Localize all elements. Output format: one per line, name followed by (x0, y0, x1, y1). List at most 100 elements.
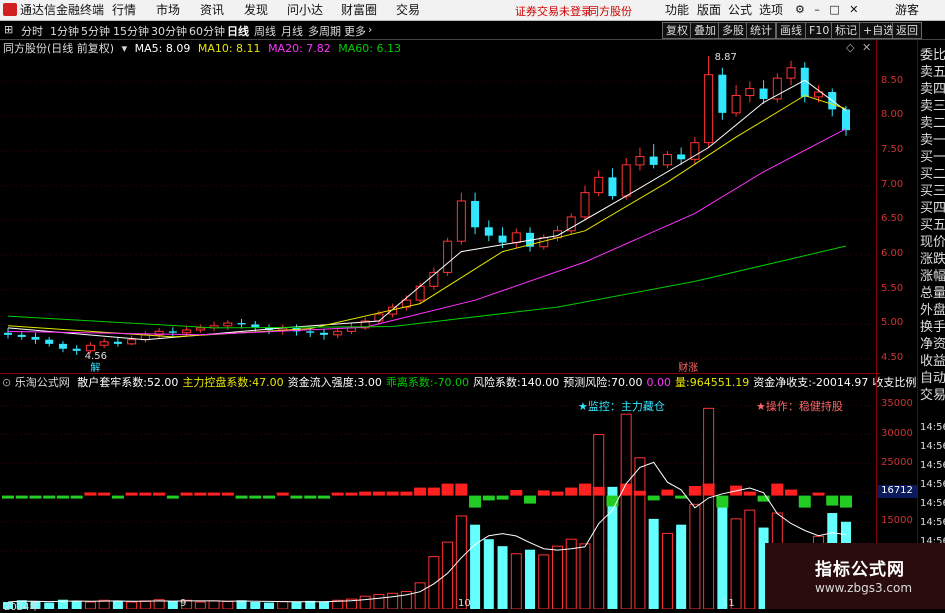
quote-field-label[interactable]: 卖五 (920, 65, 945, 81)
volume-bar (222, 600, 234, 609)
period-month[interactable]: 月线 (281, 23, 303, 39)
fund-flow-bar (469, 495, 482, 508)
quote-field-label[interactable]: 卖四 (920, 82, 945, 98)
quote-field-label[interactable]: 卖三 (920, 99, 945, 115)
volume-bar (676, 524, 687, 609)
candle (360, 317, 370, 330)
fund-flow-bar (606, 495, 619, 507)
toolbar-back-icon[interactable]: ⊞ (4, 23, 13, 36)
volume-bar (593, 434, 605, 609)
menu-jiaoyi[interactable]: 交易 (396, 3, 420, 17)
menu-caifuquan[interactable]: 财富圈 (341, 3, 377, 17)
volume-bar (139, 600, 151, 609)
settings-icon[interactable]: ⚙ (795, 3, 805, 16)
period-multi[interactable]: 多周期 (308, 23, 341, 39)
guest-label[interactable]: 游客 (895, 3, 919, 17)
indicator-chart[interactable] (0, 388, 876, 609)
volume-bar (167, 601, 178, 609)
period-60min[interactable]: 60分钟 (189, 23, 225, 39)
quote-field-label[interactable]: 涨跌 (920, 252, 945, 268)
menu-zixun[interactable]: 资讯 (200, 3, 224, 17)
quote-field-label[interactable]: 净资 (920, 337, 945, 353)
more-chevron-icon[interactable]: › (368, 23, 372, 36)
quote-field-label[interactable]: 买一 (920, 150, 945, 166)
menu-hangqing[interactable]: 行情 (112, 3, 136, 17)
menu-banmian[interactable]: 版面 (697, 3, 721, 17)
period-day[interactable]: 日线 (227, 23, 249, 39)
watermark-url: www.zbgs3.com (815, 581, 913, 595)
period-more[interactable]: 更多 (344, 23, 366, 39)
btn-huaxian[interactable]: 画线 (776, 22, 806, 39)
fund-flow-bar (510, 489, 523, 496)
btn-f10[interactable]: F10 (805, 22, 834, 39)
btn-duogu[interactable]: 多股 (718, 22, 748, 39)
minimize-icon[interactable]: – (814, 3, 820, 16)
price-axis-tick: 8.50 (881, 74, 904, 86)
menu-faxian[interactable]: 发现 (244, 3, 268, 17)
login-warning[interactable]: 证券交易未登录 (515, 3, 592, 19)
quote-field-label[interactable]: 自动 (920, 371, 945, 387)
menu-bar: 通达信金融终端 行情 市场 资讯 发现 问小达 财富圈 交易 证券交易未登录 同… (0, 0, 945, 21)
quote-field-label[interactable]: 买三 (920, 184, 945, 200)
quote-field-label[interactable]: 买五 (920, 218, 945, 234)
btn-tongji[interactable]: 统计 (746, 22, 776, 39)
period-5min[interactable]: 5分钟 (81, 23, 110, 39)
volume-bar (44, 602, 55, 609)
volume-bar (126, 601, 138, 609)
menu-xuanxiang[interactable]: 选项 (759, 3, 783, 17)
period-fenshi[interactable]: 分时 (21, 23, 43, 39)
candlestick-chart[interactable]: 8.87 4.56解 财涨 (0, 40, 876, 373)
period-1min[interactable]: 1分钟 (50, 23, 79, 39)
period-30min[interactable]: 30分钟 (151, 23, 187, 39)
candle (759, 80, 768, 104)
quote-field-label[interactable]: 现价 (920, 235, 945, 251)
quote-field-label[interactable]: 买四 (920, 201, 945, 217)
fund-flow-bar (194, 492, 207, 496)
quote-field-label[interactable]: 交易 (920, 388, 945, 404)
menu-gongshi[interactable]: 公式 (728, 3, 752, 17)
quote-field-label[interactable]: 卖二 (920, 116, 945, 132)
quote-field-label[interactable]: 买二 (920, 167, 945, 183)
candle (17, 331, 26, 340)
fund-flow-bar (482, 495, 495, 501)
watermark-title: 指标公式网 (815, 560, 905, 580)
btn-fanhui[interactable]: 返回 (892, 22, 922, 39)
menu-wenxiaoda[interactable]: 问小达 (287, 3, 323, 17)
quote-field-label[interactable]: 总量 (920, 286, 945, 302)
fund-flow-bar (331, 492, 344, 496)
quote-field-label[interactable]: 换手 (920, 320, 945, 336)
volume-bar (373, 593, 385, 609)
period-week[interactable]: 周线 (254, 23, 276, 39)
trade-time-label: 14:56 (920, 460, 945, 471)
window-controls[interactable]: ⚙ – □ ✕ (795, 3, 859, 17)
candle (635, 147, 645, 171)
candle (99, 338, 109, 349)
quote-field-label[interactable]: 卖一 (920, 133, 945, 149)
fund-flow-bar (56, 495, 69, 499)
volume-bar (291, 602, 302, 609)
btn-diejia[interactable]: 叠加 (690, 22, 720, 39)
fund-flow-bar (647, 495, 660, 501)
candle (113, 336, 122, 347)
volume-bar (428, 556, 440, 609)
quote-field-label[interactable]: 收益 (920, 354, 945, 370)
fund-flow-bar (2, 495, 14, 499)
quote-field-label[interactable]: 外盘 (920, 303, 945, 319)
menu-gongneng[interactable]: 功能 (665, 3, 689, 17)
candle (456, 192, 466, 245)
candle (511, 228, 521, 249)
fund-flow-bar (537, 490, 550, 496)
btn-biaoji[interactable]: 标记 (831, 22, 861, 39)
close-icon[interactable]: ✕ (849, 3, 858, 16)
trade-time-label: 14:56 (920, 517, 945, 528)
maximize-icon[interactable]: □ (829, 3, 839, 16)
btn-fuquan[interactable]: 复权 (662, 22, 692, 39)
candle (594, 170, 604, 197)
candle (704, 55, 714, 148)
quote-field-label[interactable]: 委比 (920, 48, 945, 64)
indicator-axis-tick: 25000 (881, 456, 913, 468)
period-15min[interactable]: 15分钟 (113, 23, 149, 39)
menu-shichang[interactable]: 市场 (156, 3, 180, 17)
quote-field-label[interactable]: 涨幅 (920, 269, 945, 285)
volume-bar (483, 539, 494, 609)
